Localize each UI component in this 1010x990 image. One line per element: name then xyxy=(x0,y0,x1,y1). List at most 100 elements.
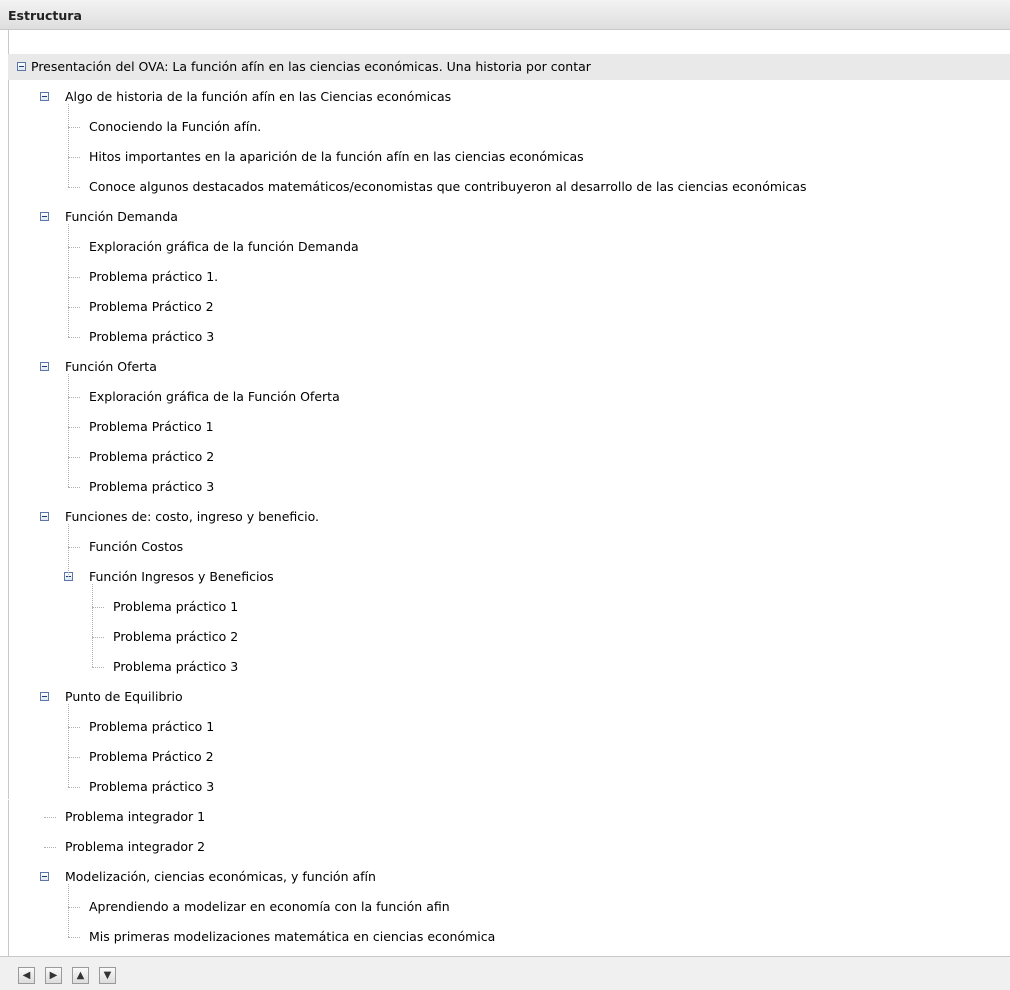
tree-item-label: Conoce algunos destacados matemáticos/ec… xyxy=(89,179,807,194)
tree-connector xyxy=(68,487,80,488)
tree-leaf[interactable]: Problema práctico 1. xyxy=(0,262,218,292)
tree-guide-line xyxy=(92,584,93,667)
tree-connector xyxy=(92,607,104,608)
collapse-icon[interactable] xyxy=(40,92,49,101)
tree-leaf[interactable]: Problema práctico 1 xyxy=(0,712,214,742)
tree-node[interactable]: Modelización, ciencias económicas, y fun… xyxy=(0,862,376,892)
tree-leaf[interactable]: Conociendo la Función afín. xyxy=(0,112,261,142)
tree-item-label: Problema práctico 2 xyxy=(113,629,239,644)
tree-leaf[interactable]: Problema práctico 3 xyxy=(0,772,214,802)
tree-connector xyxy=(68,127,80,128)
tree-item-label: Problema Práctico 2 xyxy=(89,299,214,314)
tree-item-label: Exploración gráfica de la función Demand… xyxy=(89,239,359,254)
tree-root-label: Presentación del OVA: La función afín en… xyxy=(31,59,591,74)
tree-connector xyxy=(68,307,80,308)
tree-leaf[interactable]: Hitos importantes en la aparición de la … xyxy=(0,142,584,172)
tree-leaf[interactable]: Problema práctico 2 xyxy=(0,622,238,652)
tree-leaf[interactable]: Exploración gráfica de la función Demand… xyxy=(0,232,359,262)
move-up-button[interactable]: ▲ xyxy=(72,967,89,984)
tree-connector xyxy=(68,427,80,428)
tree-leaf[interactable]: Función Costos xyxy=(0,532,183,562)
footer-toolbar: ◀ ▶ ▲ ▼ xyxy=(0,956,1010,990)
collapse-icon[interactable] xyxy=(17,62,26,71)
tree-leaf[interactable]: Problema integrador 2 xyxy=(0,832,205,862)
tree-leaf[interactable]: Problema práctico 2 xyxy=(0,442,214,472)
tree-item-label: Problema práctico 3 xyxy=(89,479,215,494)
collapse-icon[interactable] xyxy=(40,512,49,521)
tree-connector xyxy=(68,727,80,728)
tree-connector xyxy=(92,637,104,638)
tree-item-label: Punto de Equilibrio xyxy=(65,689,183,704)
tree-connector xyxy=(68,157,80,158)
tree-leaf[interactable]: Problema Práctico 2 xyxy=(0,742,214,772)
tree-leaf[interactable]: Mis primeras modelizaciones matemática e… xyxy=(0,922,495,952)
tree-connector xyxy=(68,397,80,398)
move-left-button[interactable]: ◀ xyxy=(18,967,35,984)
tree-connector xyxy=(44,817,56,818)
divider xyxy=(0,799,1010,800)
tree-item-label: Problema Práctico 1 xyxy=(89,419,214,434)
tree-item-label: Funciones de: costo, ingreso y beneficio… xyxy=(65,509,320,524)
tree-item-label: Función Costos xyxy=(89,539,184,554)
tree-node[interactable]: Función Oferta xyxy=(0,352,157,382)
tree-item-label: Problema práctico 3 xyxy=(89,779,215,794)
move-right-button[interactable]: ▶ xyxy=(45,967,62,984)
tree-node[interactable]: Función Ingresos y Beneficios xyxy=(0,562,274,592)
arrow-up-icon: ▲ xyxy=(76,969,85,981)
tree-item-label: Problema integrador 2 xyxy=(65,839,206,854)
tree-connector xyxy=(68,907,80,908)
tree-node[interactable]: Función Demanda xyxy=(0,202,178,232)
tree-leaf[interactable]: Conoce algunos destacados matemáticos/ec… xyxy=(0,172,807,202)
tree-connector xyxy=(68,757,80,758)
tree-guide-line xyxy=(68,524,69,577)
tree-connector xyxy=(44,847,56,848)
tree-guide-line xyxy=(68,374,69,487)
tree-connector xyxy=(68,337,80,338)
tree-item-label: Exploración gráfica de la Función Oferta xyxy=(89,389,340,404)
tree-connector xyxy=(68,547,80,548)
tree-leaf[interactable]: Problema práctico 1 xyxy=(0,592,238,622)
tree-item-label: Problema práctico 3 xyxy=(89,329,215,344)
tree-item-label: Mis primeras modelizaciones matemática e… xyxy=(89,929,496,944)
tree-leaf[interactable]: Problema integrador 1 xyxy=(0,802,205,832)
tree-item-label: Problema práctico 2 xyxy=(89,449,215,464)
tree-item-label: Conociendo la Función afín. xyxy=(89,119,262,134)
arrow-down-icon: ▼ xyxy=(103,969,112,981)
collapse-icon[interactable] xyxy=(40,362,49,371)
tree-connector xyxy=(68,457,80,458)
tree-guide-line xyxy=(68,224,69,337)
tree-leaf[interactable]: Problema Práctico 1 xyxy=(0,412,214,442)
collapse-icon[interactable] xyxy=(40,212,49,221)
tree-connector xyxy=(68,787,80,788)
tree-item-label: Problema práctico 1. xyxy=(89,269,219,284)
tree-connector xyxy=(68,187,80,188)
tree-connector xyxy=(68,937,80,938)
tree-item-label: Aprendiendo a modelizar en economía con … xyxy=(89,899,450,914)
tree-connector xyxy=(92,667,104,668)
tree-item-label: Problema práctico 1 xyxy=(89,719,215,734)
tree-item-label: Algo de historia de la función afín en l… xyxy=(65,89,452,104)
tree-node[interactable]: Punto de Equilibrio xyxy=(0,682,183,712)
tree-item-label: Función Ingresos y Beneficios xyxy=(89,569,274,584)
collapse-icon[interactable] xyxy=(40,872,49,881)
tree-leaf[interactable]: Problema práctico 3 xyxy=(0,652,238,682)
move-down-button[interactable]: ▼ xyxy=(99,967,116,984)
tree-leaf[interactable]: Problema práctico 3 xyxy=(0,472,214,502)
arrow-right-icon: ▶ xyxy=(49,969,58,981)
tree-item-label: Hitos importantes en la aparición de la … xyxy=(89,149,584,164)
tree-item-label: Problema integrador 1 xyxy=(65,809,206,824)
tree-guide-line xyxy=(68,884,69,937)
collapse-icon[interactable] xyxy=(40,692,49,701)
tree-item-label: Función Demanda xyxy=(65,209,178,224)
tree-leaf[interactable]: Problema Práctico 2 xyxy=(0,292,214,322)
tree-leaf[interactable]: Exploración gráfica de la Función Oferta xyxy=(0,382,340,412)
panel-header: Estructura xyxy=(0,0,1010,30)
tree-connector xyxy=(68,247,80,248)
tree-item-label: Función Oferta xyxy=(65,359,157,374)
tree-item-label: Problema práctico 3 xyxy=(113,659,239,674)
tree-node[interactable]: Funciones de: costo, ingreso y beneficio… xyxy=(0,502,319,532)
tree-root[interactable]: Presentación del OVA: La función afín en… xyxy=(13,52,591,82)
tree-leaf[interactable]: Problema práctico 3 xyxy=(0,322,214,352)
structure-panel: Estructura Presentación del OVA: La func… xyxy=(0,0,1010,990)
panel-title: Estructura xyxy=(8,8,82,23)
